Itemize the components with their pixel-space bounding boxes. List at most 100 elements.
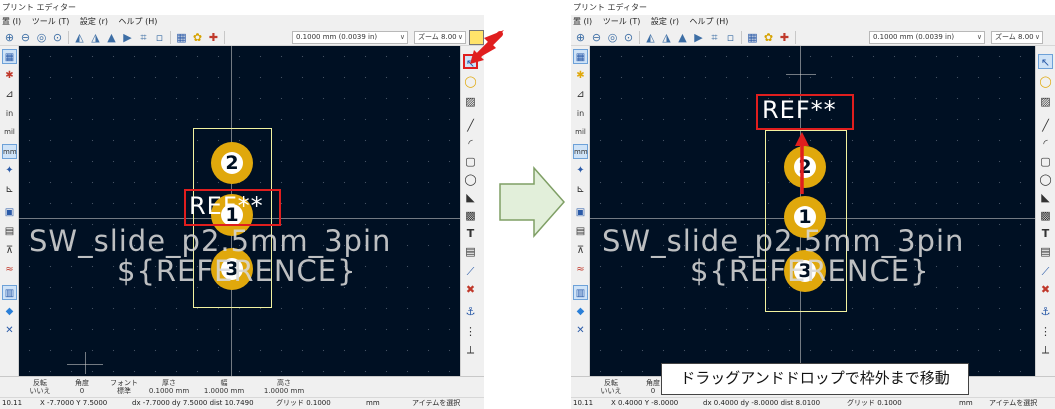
- pad-2[interactable]: 2: [211, 142, 253, 184]
- rotate-ccw-icon[interactable]: ◭: [72, 30, 87, 45]
- select-icon[interactable]: ↖: [1038, 54, 1053, 69]
- zoom-selection-icon[interactable]: ⊙: [621, 30, 636, 45]
- add-arc-icon[interactable]: ◜: [1038, 136, 1053, 151]
- pcb-canvas[interactable]: 2 1 3 SW_slide_p2.5mm_3pin ${REFERENCE} …: [19, 46, 460, 376]
- tools-icon[interactable]: ✕: [573, 323, 588, 338]
- netlist-icon[interactable]: ✱: [573, 68, 588, 83]
- pad-outline-icon[interactable]: ▣: [573, 205, 588, 220]
- grid-origin-icon[interactable]: ⋮: [463, 324, 478, 339]
- menu-help[interactable]: ヘルプ (H): [119, 17, 158, 26]
- zoom-fit-icon[interactable]: ◎: [34, 30, 49, 45]
- delete-icon[interactable]: ✖: [1038, 282, 1053, 297]
- menu-settings[interactable]: 設定 (r): [651, 17, 679, 26]
- grid-select[interactable]: 0.1000 mm (0.0039 in) ∨: [869, 31, 985, 44]
- add-line-icon[interactable]: ╱: [463, 118, 478, 133]
- dimension-icon[interactable]: ⟋: [1038, 264, 1053, 279]
- grid-toggle-icon[interactable]: ▦: [2, 49, 17, 64]
- menu-help[interactable]: ヘルプ (H): [690, 17, 729, 26]
- reference-field-text[interactable]: ${REFERENCE}: [117, 254, 357, 288]
- high-contrast-icon[interactable]: ▥: [2, 285, 17, 300]
- add-textbox-icon[interactable]: ▤: [1038, 244, 1053, 259]
- zoom-in-icon[interactable]: ⊕: [573, 30, 588, 45]
- rotate-cw-icon[interactable]: ◮: [659, 30, 674, 45]
- menu-prefix[interactable]: 置 (I): [573, 17, 592, 26]
- menu-prefix[interactable]: 置 (I): [2, 17, 21, 26]
- add-line-icon[interactable]: ╱: [1038, 118, 1053, 133]
- anchor-icon[interactable]: ⚓: [463, 304, 478, 319]
- zoom-out-icon[interactable]: ⊖: [18, 30, 33, 45]
- add-text-icon[interactable]: T: [463, 226, 478, 241]
- zoom-selection-icon[interactable]: ⊙: [50, 30, 65, 45]
- appearance-icon[interactable]: ◆: [2, 304, 17, 319]
- menu-tools[interactable]: ツール (T): [32, 17, 70, 26]
- netlist-icon[interactable]: ✱: [2, 68, 17, 83]
- grid-origin-icon[interactable]: ⋮: [1038, 324, 1053, 339]
- grid-select[interactable]: 0.1000 mm (0.0039 in) ∨: [292, 31, 408, 44]
- mil-units-icon[interactable]: mil: [2, 125, 17, 140]
- pad-table-icon[interactable]: ⌗: [707, 30, 722, 45]
- graphic-outline-icon[interactable]: ⊼: [2, 243, 17, 258]
- graphic-outline-icon[interactable]: ⊼: [573, 243, 588, 258]
- zoom-select[interactable]: ズーム 8.00 ∨: [991, 31, 1043, 44]
- zoom-in-icon[interactable]: ⊕: [2, 30, 17, 45]
- add-rect-icon[interactable]: ▢: [1038, 154, 1053, 169]
- mm-units-icon[interactable]: mm: [573, 144, 588, 159]
- text-outline-icon[interactable]: ▤: [2, 224, 17, 239]
- flip-icon[interactable]: ▶: [120, 30, 135, 45]
- add-polygon-icon[interactable]: ◣: [1038, 190, 1053, 205]
- grid-toggle-icon[interactable]: ▦: [573, 49, 588, 64]
- grid-icon[interactable]: ▫: [152, 30, 167, 45]
- reference-field-text[interactable]: ${REFERENCE}: [690, 254, 930, 288]
- tools-icon[interactable]: ✕: [2, 323, 17, 338]
- ratsnest-icon[interactable]: ⊾: [573, 182, 588, 197]
- grid-icon[interactable]: ▫: [723, 30, 738, 45]
- pad-table-icon[interactable]: ⌗: [136, 30, 151, 45]
- zoom-fit-icon[interactable]: ◎: [605, 30, 620, 45]
- zoom-out-icon[interactable]: ⊖: [589, 30, 604, 45]
- delete-icon[interactable]: ✖: [463, 282, 478, 297]
- appearance-icon[interactable]: ◆: [573, 304, 588, 319]
- pcb-canvas[interactable]: 2 1 3 SW_slide_p2.5mm_3pin ${REFERENCE} …: [590, 46, 1035, 376]
- polar-coords-icon[interactable]: ⊿: [2, 87, 17, 102]
- footprint-properties-icon[interactable]: ✿: [190, 30, 205, 45]
- add-pad-icon[interactable]: ◯: [463, 74, 478, 89]
- add-image-icon[interactable]: ▩: [1038, 208, 1053, 223]
- footprint-value-text[interactable]: SW_slide_p2.5mm_3pin: [29, 224, 391, 258]
- add-text-icon[interactable]: T: [1038, 226, 1053, 241]
- mm-units-icon[interactable]: mm: [2, 144, 17, 159]
- add-textbox-icon[interactable]: ▤: [463, 244, 478, 259]
- polar-coords-icon[interactable]: ⊿: [573, 87, 588, 102]
- pad-outline-icon[interactable]: ▣: [2, 205, 17, 220]
- inch-units-icon[interactable]: in: [573, 106, 588, 121]
- rotate-ccw-icon[interactable]: ◭: [643, 30, 658, 45]
- cursor-shape-icon[interactable]: ✦: [2, 163, 17, 178]
- rotate-cw-icon[interactable]: ◮: [88, 30, 103, 45]
- zoom-select[interactable]: ズーム 8.00 ∨: [414, 31, 466, 44]
- text-box-icon[interactable]: ▨: [1038, 94, 1053, 109]
- footprint-library-icon[interactable]: ▦: [174, 30, 189, 45]
- mil-units-icon[interactable]: mil: [573, 125, 588, 140]
- measure-icon[interactable]: ⟂: [1038, 342, 1053, 357]
- footprint-library-icon[interactable]: ▦: [745, 30, 760, 45]
- footprint-properties-icon[interactable]: ✿: [761, 30, 776, 45]
- add-arc-icon[interactable]: ◜: [463, 136, 478, 151]
- anchor-icon[interactable]: ⚓: [1038, 304, 1053, 319]
- add-image-icon[interactable]: ▩: [463, 208, 478, 223]
- drc-icon[interactable]: ✚: [777, 30, 792, 45]
- mirror-icon[interactable]: ▲: [675, 30, 690, 45]
- add-circle-icon[interactable]: ◯: [1038, 172, 1053, 187]
- mirror-icon[interactable]: ▲: [104, 30, 119, 45]
- add-pad-icon[interactable]: ◯: [1038, 74, 1053, 89]
- add-circle-icon[interactable]: ◯: [463, 172, 478, 187]
- add-polygon-icon[interactable]: ◣: [463, 190, 478, 205]
- add-rect-icon[interactable]: ▢: [463, 154, 478, 169]
- layers-icon[interactable]: ≈: [573, 262, 588, 277]
- cursor-shape-icon[interactable]: ✦: [573, 163, 588, 178]
- dimension-icon[interactable]: ⟋: [463, 264, 478, 279]
- inch-units-icon[interactable]: in: [2, 106, 17, 121]
- text-outline-icon[interactable]: ▤: [573, 224, 588, 239]
- menu-settings[interactable]: 設定 (r): [80, 17, 108, 26]
- footprint-value-text[interactable]: SW_slide_p2.5mm_3pin: [602, 224, 964, 258]
- text-box-icon[interactable]: ▨: [463, 94, 478, 109]
- measure-icon[interactable]: ⟂: [463, 342, 478, 357]
